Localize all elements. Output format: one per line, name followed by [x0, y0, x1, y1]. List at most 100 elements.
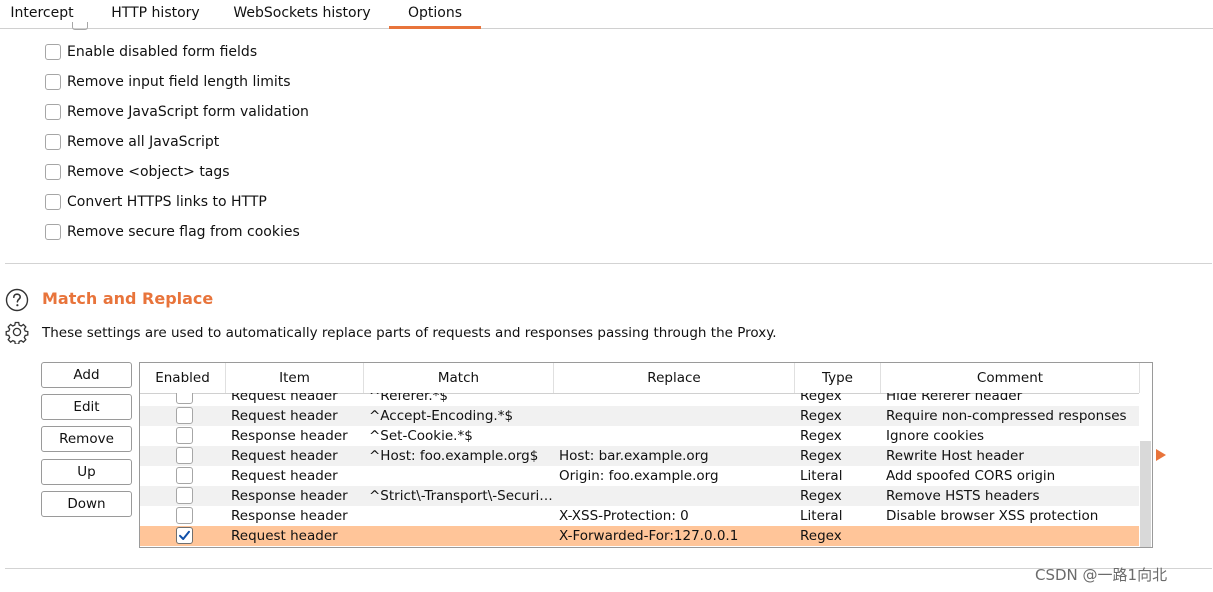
cell-comment: Hide Referer header	[886, 393, 1023, 404]
table-row[interactable]: Response header ^Strict\-Transport\-Secur…	[140, 486, 1140, 506]
option-label: Remove input field length limits	[67, 74, 291, 90]
cell-item: Request header	[231, 393, 338, 404]
option-label: Remove JavaScript form validation	[67, 104, 309, 120]
tab-websockets-history[interactable]: WebSockets history	[226, 0, 378, 28]
expand-arrow-icon[interactable]	[1156, 449, 1166, 461]
checkbox[interactable]	[45, 44, 61, 60]
question-circle-icon[interactable]	[5, 288, 29, 312]
cell-match	[364, 466, 554, 486]
table-row[interactable]: Request header ^Host: foo.example.org$ Hos…	[140, 446, 1140, 466]
column-header-type[interactable]: Type	[795, 363, 881, 393]
cell-type: Literal	[800, 468, 843, 484]
cell-comment: Remove HSTS headers	[886, 488, 1040, 504]
edit-button[interactable]: Edit	[41, 394, 132, 420]
cell-type: Regex	[800, 488, 842, 504]
checkbox[interactable]	[45, 104, 61, 120]
tab-bar: Intercept HTTP history WebSockets histor…	[0, 0, 1213, 29]
cell-replace	[554, 393, 795, 406]
table-header: Enabled Item Match Replace Type Comment	[140, 363, 1140, 394]
cell-match: ^Strict\-Transport\-Securi…	[369, 488, 553, 504]
cell-item: Request header	[231, 408, 338, 424]
cell-replace	[554, 426, 795, 446]
row-enabled-checkbox[interactable]	[176, 467, 193, 484]
table-row[interactable]: Request header ^Referer.*$ Regex Hide Refer…	[140, 393, 1140, 406]
column-header-replace[interactable]: Replace	[554, 363, 795, 393]
row-enabled-checkbox[interactable]	[176, 507, 193, 524]
cell-item: Response header	[231, 488, 348, 504]
row-enabled-checkbox[interactable]	[176, 447, 193, 464]
up-button[interactable]: Up	[41, 459, 132, 485]
cell-match: ^Set-Cookie.*$	[369, 428, 473, 444]
cell-match	[364, 526, 554, 546]
cell-item: Request header	[231, 468, 338, 484]
cell-comment: Disable browser XSS protection	[886, 508, 1099, 524]
cell-replace: X-Forwarded-For:127.0.0.1	[559, 528, 739, 544]
section-divider	[5, 263, 1212, 264]
checkbox[interactable]	[45, 74, 61, 90]
match-replace-table: Enabled Item Match Replace Type Comment …	[139, 362, 1153, 548]
cell-type: Regex	[800, 408, 842, 424]
option-remove-js-validation[interactable]: Remove JavaScript form validation	[45, 102, 309, 122]
tab-options[interactable]: Options	[389, 0, 481, 29]
checkbox[interactable]	[45, 164, 61, 180]
option-remove-object-tags[interactable]: Remove <object> tags	[45, 162, 230, 182]
cell-item: Response header	[231, 428, 348, 444]
option-label: Remove <object> tags	[67, 164, 230, 180]
option-enable-disabled-form-fields[interactable]: Enable disabled form fields	[45, 42, 257, 62]
cell-type: Regex	[800, 428, 842, 444]
cell-replace	[554, 486, 795, 506]
column-header-enabled[interactable]: Enabled	[140, 363, 226, 393]
column-header-item[interactable]: Item	[226, 363, 364, 393]
cell-match: ^Host: foo.example.org$	[369, 448, 539, 464]
option-remove-input-length-limits[interactable]: Remove input field length limits	[45, 72, 291, 92]
cell-replace: Origin: foo.example.org	[559, 468, 719, 484]
checkmark-icon	[179, 530, 190, 540]
cell-match	[364, 506, 554, 526]
scrollbar-thumb[interactable]	[1140, 441, 1151, 547]
cell-comment: Ignore cookies	[886, 428, 985, 444]
tab-http-history[interactable]: HTTP history	[98, 0, 213, 28]
checkbox[interactable]	[45, 194, 61, 210]
table-row[interactable]: Response header ^Set-Cookie.*$ Regex Ignore…	[140, 426, 1140, 446]
add-button[interactable]: Add	[41, 362, 132, 388]
cell-comment: Add spoofed CORS origin	[886, 468, 1056, 484]
remove-button[interactable]: Remove	[41, 426, 132, 452]
cell-type: Regex	[800, 528, 842, 544]
cell-item: Response header	[231, 508, 348, 524]
option-label: Remove secure flag from cookies	[67, 224, 300, 240]
cell-comment	[881, 526, 1140, 546]
row-enabled-checkbox[interactable]	[176, 527, 193, 544]
cell-item: Request header	[231, 448, 338, 464]
cell-type: Regex	[800, 448, 842, 464]
checkbox[interactable]	[45, 224, 61, 240]
cell-match: ^Referer.*$	[369, 393, 448, 404]
row-enabled-checkbox[interactable]	[176, 427, 193, 444]
down-button[interactable]: Down	[41, 491, 132, 517]
section-title: Match and Replace	[42, 289, 214, 308]
cell-item: Request header	[231, 528, 338, 544]
cell-replace: X-XSS-Protection: 0	[559, 508, 689, 524]
row-enabled-checkbox[interactable]	[176, 487, 193, 504]
table-row[interactable]: Request header X-Forwarded-For:127.0.0.1 R…	[140, 526, 1140, 546]
table-row[interactable]: Request header Origin: foo.example.org Lit…	[140, 466, 1140, 486]
option-label: Remove all JavaScript	[67, 134, 220, 150]
table-row[interactable]: Request header ^Accept-Encoding.*$ Regex Re…	[140, 406, 1140, 426]
column-header-match[interactable]: Match	[364, 363, 554, 393]
option-remove-secure-flag[interactable]: Remove secure flag from cookies	[45, 222, 300, 242]
option-label: Enable disabled form fields	[67, 44, 258, 60]
checkbox[interactable]	[45, 134, 61, 150]
gear-icon[interactable]	[5, 320, 29, 344]
column-header-comment[interactable]: Comment	[881, 363, 1140, 393]
row-enabled-checkbox[interactable]	[176, 407, 193, 424]
cell-replace: Host: bar.example.org	[559, 448, 709, 464]
row-enabled-checkbox[interactable]	[176, 393, 193, 404]
cell-match: ^Accept-Encoding.*$	[369, 408, 514, 424]
partial-checkbox[interactable]	[72, 22, 88, 30]
option-convert-https-links[interactable]: Convert HTTPS links to HTTP	[45, 192, 267, 212]
option-remove-all-js[interactable]: Remove all JavaScript	[45, 132, 219, 152]
vertical-scrollbar[interactable]	[1139, 393, 1152, 547]
table-row[interactable]: Response header X-XSS-Protection: 0 Litera…	[140, 506, 1140, 526]
cell-type: Regex	[800, 393, 842, 404]
table-body: Request header ^Referer.*$ Regex Hide Refer…	[140, 393, 1140, 547]
cell-comment: Rewrite Host header	[886, 448, 1024, 464]
